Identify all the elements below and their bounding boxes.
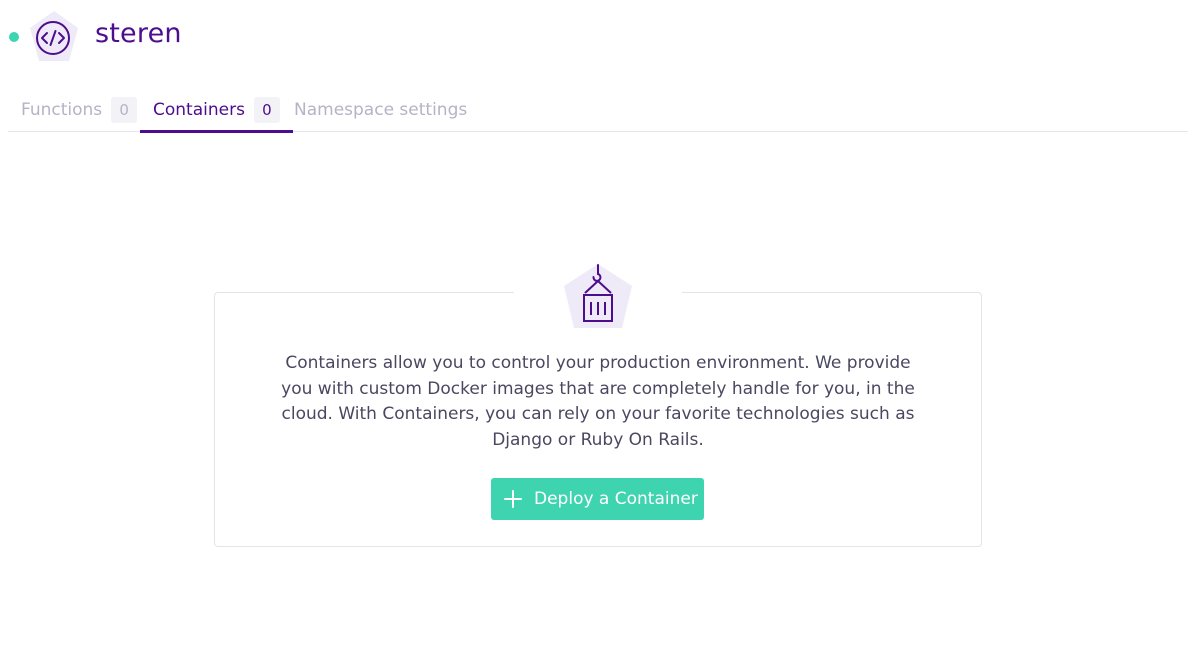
- tab-label: Namespace settings: [294, 100, 468, 120]
- tab-containers[interactable]: Containers 0: [140, 88, 293, 133]
- container-crane-icon: [562, 262, 634, 332]
- tab-count-badge: 0: [253, 97, 280, 123]
- namespace-header: steren: [0, 0, 1200, 78]
- tab-bar: Functions 0 Containers 0 Namespace setti…: [8, 88, 1188, 133]
- tab-label: Functions: [21, 100, 103, 120]
- code-icon: [30, 11, 78, 61]
- deploy-container-button[interactable]: Deploy a Container: [491, 478, 704, 520]
- deploy-button-label: Deploy a Container: [534, 489, 698, 509]
- tab-functions[interactable]: Functions 0: [21, 88, 138, 132]
- namespace-title: steren: [95, 18, 182, 49]
- tab-namespace-settings[interactable]: Namespace settings: [294, 88, 467, 132]
- tab-label: Containers: [153, 100, 245, 120]
- tab-count-badge: 0: [111, 97, 138, 123]
- plus-icon: [504, 490, 522, 508]
- status-indicator: [9, 32, 19, 42]
- empty-state-description: Containers allow you to control your pro…: [281, 353, 915, 450]
- namespace-avatar: [28, 10, 80, 64]
